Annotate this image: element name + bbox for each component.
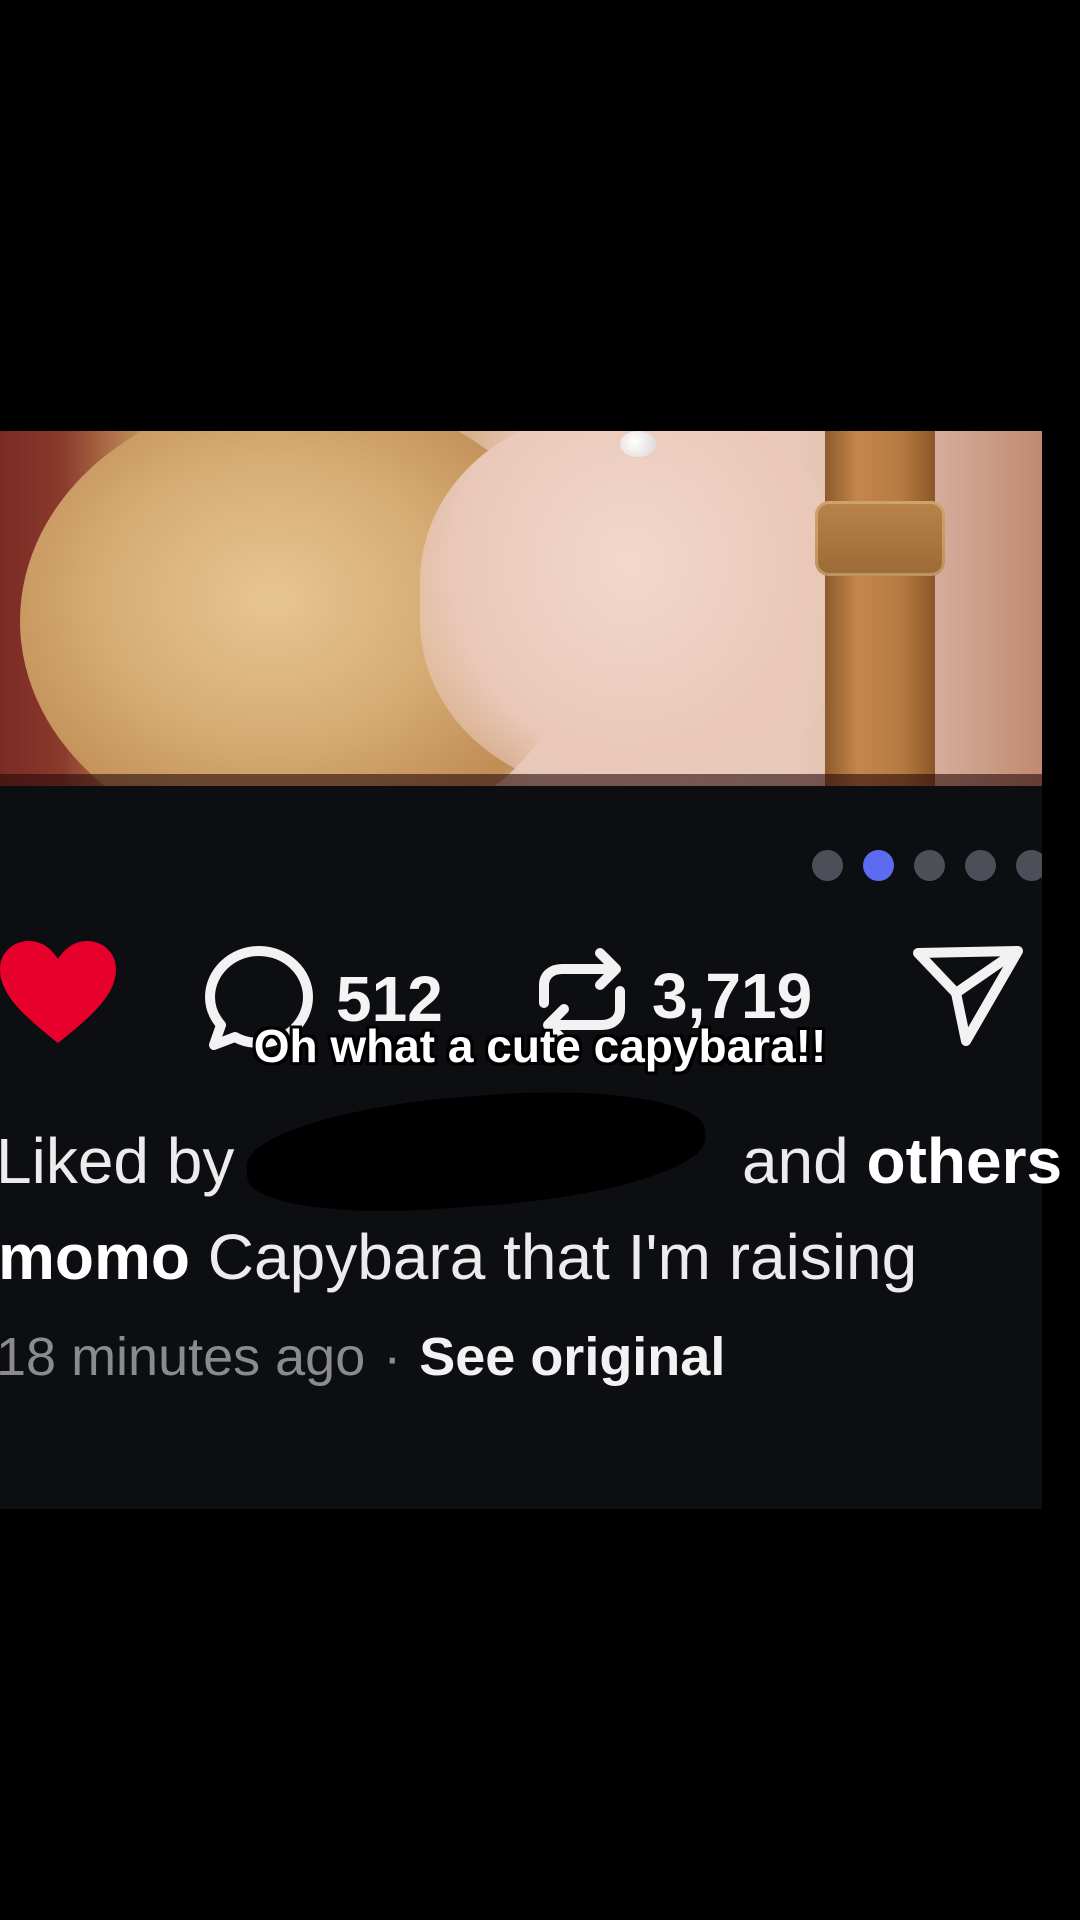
carousel-dot[interactable] <box>965 850 996 881</box>
photo-pearl <box>620 431 656 457</box>
liked-by-and: and <box>741 1125 849 1197</box>
liked-by-line[interactable]: Liked by and others <box>0 1080 1080 1223</box>
carousel-dot-active[interactable] <box>863 850 894 881</box>
liked-by-prefix: Liked by <box>0 1125 235 1197</box>
photo-hand <box>420 431 840 786</box>
carousel-dot[interactable] <box>812 850 843 881</box>
liked-by-others[interactable]: others <box>867 1125 1063 1197</box>
photo-strap <box>825 431 935 786</box>
post-photo[interactable] <box>0 431 1042 786</box>
post-caption: momo Capybara that I'm raising <box>0 1219 917 1295</box>
photo-shade <box>0 774 1042 786</box>
photo-buckle <box>815 501 945 576</box>
post-meta: 18 minutes ago · See original <box>0 1325 725 1389</box>
post-timestamp: 18 minutes ago <box>0 1327 366 1387</box>
video-frame: 512 3,719 Oh what a cute capybara!! Like… <box>0 0 1080 1920</box>
caption-text: Capybara that I'm raising <box>207 1221 918 1293</box>
see-original-link[interactable]: See original <box>419 1327 725 1387</box>
carousel-dot[interactable] <box>914 850 945 881</box>
carousel-dot[interactable] <box>1016 850 1042 881</box>
carousel-indicator <box>812 850 1042 881</box>
caption-username[interactable]: momo <box>0 1221 190 1293</box>
video-caption-overlay: Oh what a cute capybara!! <box>253 1020 827 1072</box>
meta-separator: · <box>383 1327 402 1387</box>
